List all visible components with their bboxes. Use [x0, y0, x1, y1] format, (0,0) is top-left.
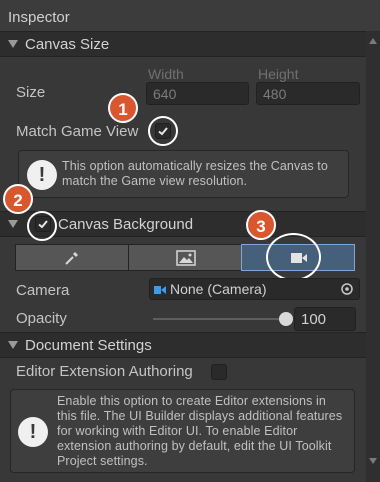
foldout-arrow-icon: [8, 220, 18, 228]
height-label: Height: [258, 66, 299, 82]
image-icon: [176, 250, 196, 266]
editor-extension-helpbox: ! Enable this option to create Editor ex…: [10, 389, 355, 473]
camera-label: Camera: [16, 282, 70, 299]
document-settings-foldout[interactable]: Document Settings: [0, 332, 366, 358]
vertical-scrollbar[interactable]: [366, 31, 380, 482]
opacity-value: 100: [301, 311, 327, 328]
scroll-down-icon[interactable]: [369, 458, 377, 464]
match-game-view-toggle[interactable]: [155, 123, 171, 139]
canvas-size-foldout[interactable]: Canvas Size: [0, 31, 366, 57]
checkmark-icon: [158, 127, 168, 136]
width-value: 640: [153, 86, 177, 102]
highlight-ring: [266, 233, 321, 281]
help-text: This option automatically resizes the Ca…: [62, 159, 328, 188]
help-text: Enable this option to create Editor exte…: [57, 394, 343, 468]
height-field[interactable]: 480: [256, 82, 360, 105]
width-field[interactable]: 640: [146, 82, 249, 105]
editor-extension-label: Editor Extension Authoring: [16, 363, 193, 380]
canvas-background-title: Canvas Background: [58, 216, 194, 233]
object-picker-icon[interactable]: [340, 282, 354, 296]
callout-badge-1: 1: [108, 93, 138, 123]
color-mode-button[interactable]: [15, 244, 129, 271]
image-mode-button[interactable]: [128, 244, 242, 271]
callout-badge-2: 2: [3, 184, 33, 214]
foldout-arrow-icon: [8, 341, 18, 349]
inspector-header: Inspector: [0, 0, 380, 32]
height-value: 480: [263, 86, 287, 102]
info-icon: !: [27, 160, 57, 190]
editor-extension-toggle[interactable]: [211, 364, 227, 380]
canvas-size-title: Canvas Size: [25, 36, 110, 53]
inspector-title: Inspector: [8, 9, 70, 26]
size-label: Size: [16, 84, 46, 101]
match-game-view-helpbox: ! This option automatically resizes the …: [18, 150, 349, 198]
camera-object-field[interactable]: None (Camera): [149, 278, 360, 300]
opacity-label: Opacity: [16, 310, 67, 327]
eyedropper-icon: [65, 252, 78, 265]
opacity-field[interactable]: 100: [294, 307, 356, 331]
camera-value: None (Camera): [170, 281, 267, 297]
highlight-ring: [27, 211, 57, 241]
scroll-up-icon[interactable]: [369, 38, 377, 44]
match-game-view-label: Match Game View: [16, 123, 139, 140]
info-icon: !: [18, 417, 48, 447]
width-label: Width: [148, 66, 184, 82]
callout-badge-3: 3: [246, 210, 276, 240]
foldout-arrow-icon: [8, 40, 18, 48]
opacity-slider-track[interactable]: [153, 318, 286, 320]
document-settings-title: Document Settings: [25, 337, 152, 354]
camera-icon: [154, 286, 166, 294]
opacity-slider-knob[interactable]: [279, 312, 293, 326]
